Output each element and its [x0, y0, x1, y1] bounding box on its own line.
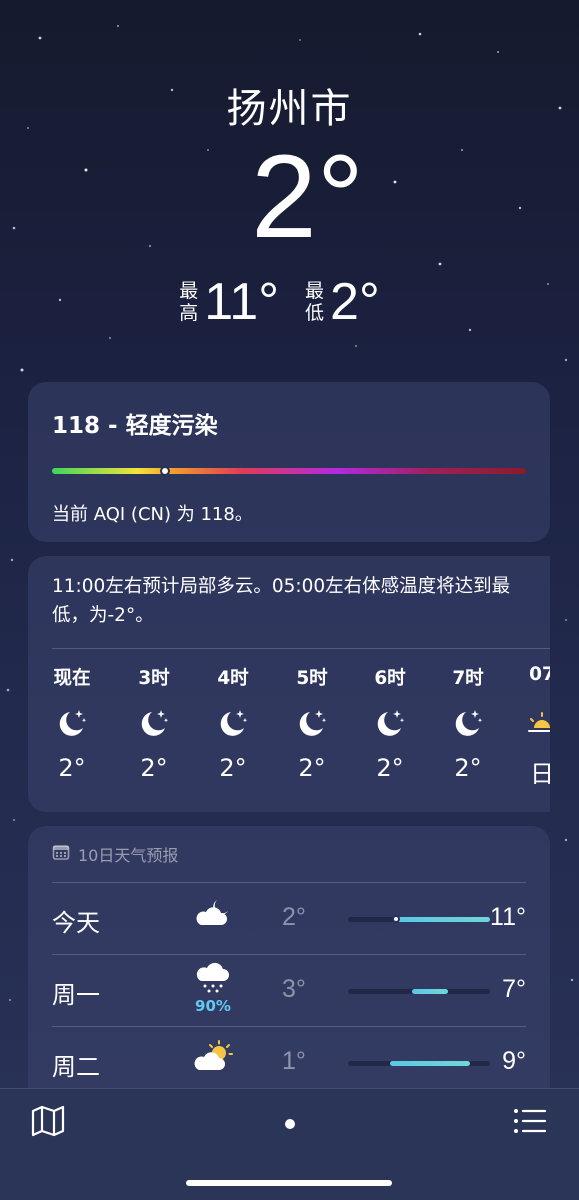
precipitation-probability: 90% [195, 997, 231, 1015]
cloud-snow-icon: 90% [188, 961, 238, 1015]
high-temperature: 11° [204, 273, 280, 331]
day-label: 周二 [52, 1053, 100, 1081]
sunrise-icon [512, 692, 550, 754]
cloud-sun-icon [188, 1039, 238, 1079]
aqi-title: 118 - 轻度污染 [52, 413, 218, 439]
home-indicator[interactable] [186, 1180, 392, 1186]
moon-stars-icon [42, 692, 102, 754]
cloud-moon-icon [188, 895, 238, 935]
page-indicator-dot[interactable] [285, 1119, 295, 1129]
temp-range-track [348, 1061, 490, 1066]
high-temp: 11° [490, 903, 526, 931]
ten-day-title: 10日天气预报 [78, 846, 179, 865]
hour-item: 5时 2° [282, 664, 342, 782]
low-temperature: 2° [330, 273, 380, 331]
temp-range-track [348, 989, 490, 994]
aqi-description: 当前 AQI (CN) 为 118。 [52, 504, 253, 525]
aqi-scale-bar [52, 466, 526, 476]
hourly-forecast-card[interactable]: 11:00左右预计局部多云。05:00左右体感温度将达到最低，为-2°。 现在 … [28, 556, 550, 812]
hour-item: 3时 2° [124, 664, 184, 782]
high-low-temperatures: 最 高 11° 最 低 2° [0, 272, 579, 332]
temp-range-bar [412, 989, 448, 994]
aqi-indicator [160, 466, 170, 476]
high-temp: 9° [502, 1047, 526, 1075]
hourly-summary: 11:00左右预计局部多云。05:00左右体感温度将达到最低，为-2°。 [52, 576, 511, 626]
moon-stars-icon [438, 692, 498, 754]
hour-item: 07 日 [512, 664, 550, 789]
day-label: 周一 [52, 981, 100, 1009]
ten-day-header: 10日天气预报 [52, 826, 526, 882]
moon-stars-icon [282, 692, 342, 754]
temp-range-track [348, 915, 490, 923]
high-temp: 7° [502, 975, 526, 1003]
moon-stars-icon [203, 692, 263, 754]
moon-stars-icon [360, 692, 420, 754]
air-quality-card[interactable]: 118 - 轻度污染 当前 AQI (CN) 为 118。 [28, 382, 550, 542]
temp-range-bar [390, 1061, 470, 1066]
divider [52, 648, 550, 649]
temp-range-bar [396, 917, 490, 922]
ten-day-forecast-card[interactable]: 10日天气预报 今天 2° 11° 周一 90% 3° 7° 周二 1° 9° [28, 826, 550, 1126]
map-icon[interactable] [30, 1105, 66, 1141]
low-temp: 2° [282, 903, 306, 931]
current-temp-marker [392, 915, 400, 923]
location-header: 扬州市 [0, 76, 579, 134]
current-temperature: 2° [251, 131, 364, 263]
hourly-scroll-row[interactable]: 现在 2° 3时 2° 4时 2° 5时 2° 6时 2° 7时 2° 07 日 [28, 664, 550, 804]
low-temp: 1° [282, 1047, 306, 1075]
low-temp: 3° [282, 975, 306, 1003]
calendar-icon [52, 843, 70, 865]
daily-row[interactable]: 今天 2° 11° [52, 882, 526, 954]
hour-item: 现在 2° [42, 664, 102, 782]
list-icon[interactable] [512, 1107, 548, 1139]
daily-row[interactable]: 周一 90% 3° 7° [52, 954, 526, 1026]
moon-stars-icon [124, 692, 184, 754]
low-label: 最 低 [305, 280, 325, 324]
day-label: 今天 [52, 909, 100, 937]
hour-item: 6时 2° [360, 664, 420, 782]
hour-item: 7时 2° [438, 664, 498, 782]
city-name: 扬州市 [226, 86, 353, 132]
high-label: 最 高 [179, 280, 199, 324]
hour-item: 4时 2° [203, 664, 263, 782]
